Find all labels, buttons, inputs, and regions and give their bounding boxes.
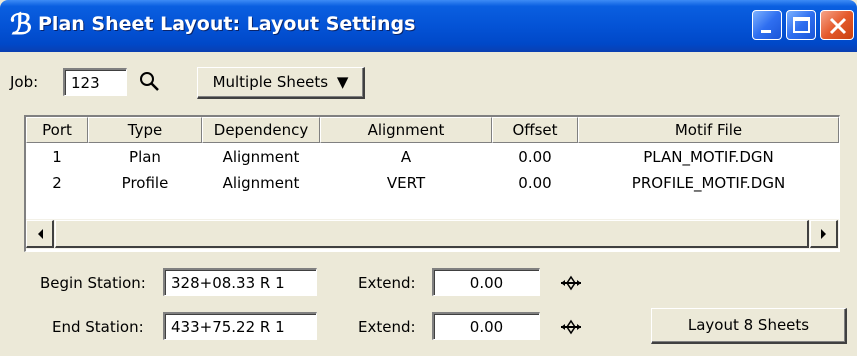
crosshair-icon bbox=[561, 319, 581, 335]
cell-dependency: Alignment bbox=[222, 174, 300, 192]
scroll-thumb[interactable] bbox=[55, 220, 809, 248]
maximize-button[interactable] bbox=[786, 10, 816, 40]
end-station-pick-button[interactable] bbox=[558, 316, 584, 338]
table-row[interactable]: 1 Plan Alignment A 0.00 PLAN_MOTIF.DGN bbox=[26, 147, 839, 169]
job-label: Job: bbox=[10, 73, 39, 91]
scroll-left-button[interactable] bbox=[26, 220, 54, 248]
cell-alignment: A bbox=[400, 148, 412, 166]
horizontal-scrollbar[interactable] bbox=[26, 219, 839, 249]
dropdown-selected-value: Multiple Sheets bbox=[212, 73, 329, 91]
job-input[interactable]: 123 bbox=[63, 68, 127, 96]
cell-type: Plan bbox=[129, 148, 161, 166]
column-header-motif-file[interactable]: Motif File bbox=[578, 117, 839, 143]
dialog-window: ℬ Plan Sheet Layout: Layout Settings Job… bbox=[0, 0, 857, 356]
end-station-input[interactable]: 433+75.22 R 1 bbox=[163, 312, 317, 340]
begin-extend-label: Extend: bbox=[358, 274, 416, 292]
column-header-offset[interactable]: Offset bbox=[492, 117, 578, 143]
column-header-type[interactable]: Type bbox=[88, 117, 202, 143]
begin-station-pick-button[interactable] bbox=[558, 272, 584, 294]
window-title: Plan Sheet Layout: Layout Settings bbox=[38, 13, 416, 35]
layout-sheets-button[interactable]: Layout 8 Sheets bbox=[651, 308, 847, 344]
sheets-mode-dropdown[interactable]: Multiple Sheets ▼ bbox=[197, 67, 365, 99]
close-button[interactable] bbox=[820, 10, 854, 40]
app-icon: ℬ bbox=[10, 8, 33, 41]
begin-station-input[interactable]: 328+08.33 R 1 bbox=[163, 268, 317, 296]
cell-type: Profile bbox=[121, 174, 169, 192]
title-bar[interactable]: ℬ Plan Sheet Layout: Layout Settings bbox=[0, 0, 857, 52]
cell-alignment: VERT bbox=[386, 174, 426, 192]
cell-dependency: Alignment bbox=[222, 148, 300, 166]
cell-offset: 0.00 bbox=[518, 174, 552, 192]
column-header-port[interactable]: Port bbox=[26, 117, 88, 143]
arrow-left-icon bbox=[38, 229, 43, 239]
close-icon bbox=[829, 17, 847, 35]
cell-offset: 0.00 bbox=[518, 148, 552, 166]
end-extend-input[interactable]: 0.00 bbox=[432, 312, 540, 340]
column-header-alignment[interactable]: Alignment bbox=[320, 117, 492, 143]
arrow-right-icon bbox=[821, 229, 826, 239]
cell-motif-file: PROFILE_MOTIF.DGN bbox=[631, 174, 786, 192]
minimize-button[interactable] bbox=[752, 10, 782, 40]
cell-port: 1 bbox=[52, 148, 62, 166]
maximize-icon bbox=[793, 17, 810, 33]
column-header-dependency[interactable]: Dependency bbox=[202, 117, 320, 143]
ports-table[interactable]: Port Type Dependency Alignment Offset Mo… bbox=[24, 115, 840, 252]
minimize-icon bbox=[761, 30, 771, 33]
cell-port: 2 bbox=[52, 174, 62, 192]
table-row[interactable]: 2 Profile Alignment VERT 0.00 PROFILE_MO… bbox=[26, 173, 839, 195]
end-station-label: End Station: bbox=[52, 318, 144, 336]
cell-motif-file: PLAN_MOTIF.DGN bbox=[643, 148, 774, 166]
begin-extend-input[interactable]: 0.00 bbox=[432, 268, 540, 296]
search-icon bbox=[140, 72, 159, 91]
begin-station-label: Begin Station: bbox=[40, 274, 146, 292]
end-extend-label: Extend: bbox=[358, 318, 416, 336]
crosshair-icon bbox=[561, 275, 581, 291]
chevron-down-icon: ▼ bbox=[336, 73, 349, 91]
job-lookup-button[interactable] bbox=[137, 68, 163, 96]
scroll-right-button[interactable] bbox=[810, 220, 838, 248]
